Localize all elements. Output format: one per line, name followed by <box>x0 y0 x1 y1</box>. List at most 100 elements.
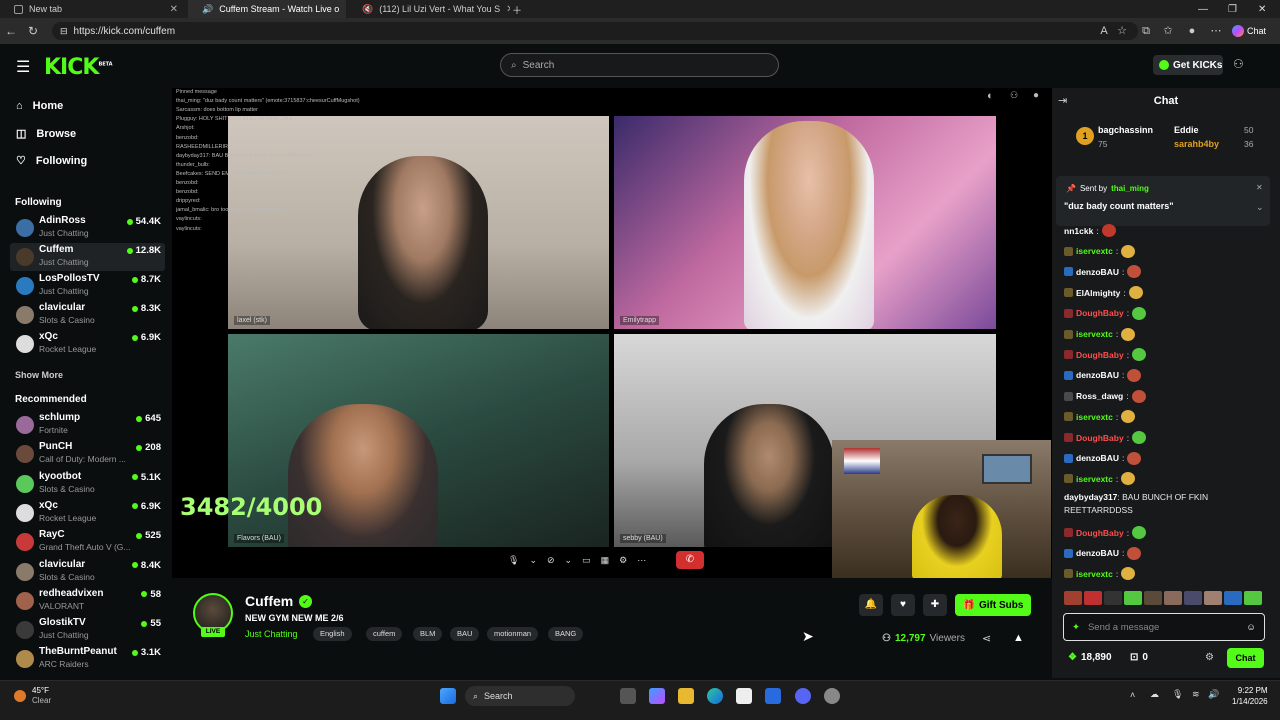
mic-tray-icon[interactable]: 🎙 <box>1172 689 1183 700</box>
wifi-icon[interactable]: ≋ <box>1192 689 1200 700</box>
chat-message-input[interactable]: ✦ Send a message ☺ <box>1063 613 1265 641</box>
extensions-icon[interactable]: ⧉ <box>1138 23 1154 39</box>
minimize-icon[interactable]: — <box>1198 0 1208 18</box>
chat-username[interactable]: iservextc <box>1076 329 1113 339</box>
sidebar-channel-cuffem[interactable]: Cuffem Just Chatting 12.8K <box>10 243 165 271</box>
copilot-chat-button[interactable]: Chat <box>1232 22 1276 40</box>
chat-username[interactable]: DoughBaby <box>1076 308 1124 318</box>
tag-english[interactable]: English <box>313 627 352 641</box>
sidebar-channel-lospollostv[interactable]: LosPollosTV Just Chatting 8.7K <box>10 272 165 300</box>
emote-bar[interactable] <box>1064 591 1270 607</box>
subscribe-plus-button[interactable]: ✚ <box>923 594 947 616</box>
maximize-icon[interactable]: ❐ <box>1228 0 1237 18</box>
sidebar-channel-kyootbot[interactable]: kyootbot Slots & Casino 5.1K <box>10 470 165 498</box>
microphone-icon[interactable]: 🎙 <box>508 555 519 566</box>
settings-app-icon[interactable] <box>824 688 840 704</box>
subs-balance[interactable]: ⊡ 0 <box>1130 652 1148 663</box>
close-tab-icon[interactable]: ✕ <box>170 4 178 15</box>
url-field[interactable]: ⊟ https://kick.com/cuffem <box>52 22 1138 40</box>
chat-username[interactable]: iservextc <box>1076 246 1113 256</box>
streamer-name[interactable]: Cuffem <box>245 593 293 609</box>
emoji-picker-icon[interactable]: ☺ <box>1246 622 1256 633</box>
chat-username[interactable]: DoughBaby <box>1076 350 1124 360</box>
copilot-app-icon[interactable] <box>649 688 665 704</box>
kicks-balance[interactable]: ❖ 18,890 <box>1068 652 1112 663</box>
share-icon[interactable]: ⋖ <box>982 632 991 645</box>
chat-username[interactable]: denzoBAU <box>1076 370 1119 380</box>
chevron-down-icon[interactable]: ⌄ <box>529 555 537 566</box>
back-arrow-icon[interactable]: ← <box>0 24 22 38</box>
chat-username[interactable]: denzoBAU <box>1076 267 1119 277</box>
browser-tab-youtube[interactable]: 🔇 (112) Lil Uzi Vert - What You S ✕ <box>348 0 510 18</box>
chat-bubble-icon[interactable]: ● <box>1033 90 1039 101</box>
edge-browser-icon[interactable] <box>707 688 723 704</box>
more-options-icon[interactable]: ⋯ <box>637 555 646 566</box>
chat-username[interactable]: DoughBaby <box>1076 433 1124 443</box>
favorites-icon[interactable]: ✩ <box>1160 23 1176 39</box>
participants-icon[interactable]: ⚇ <box>1010 90 1018 101</box>
grid-view-icon[interactable]: ▦ <box>601 555 610 566</box>
profile-avatar[interactable]: ● <box>1184 23 1200 39</box>
sidebar-nav-following[interactable]: ♡ Following <box>16 154 87 168</box>
new-tab-button[interactable]: ＋ <box>512 0 522 18</box>
show-more-link[interactable]: Show More <box>15 370 63 380</box>
refresh-icon[interactable]: ↻ <box>22 24 44 38</box>
sidebar-nav-home[interactable]: ⌂ Home <box>16 100 63 112</box>
close-tab-icon[interactable]: ✕ <box>506 4 510 15</box>
site-info-icon[interactable]: ⊟ <box>60 26 68 37</box>
tag-blm[interactable]: BLM <box>413 627 443 641</box>
sidebar-channel-xqc[interactable]: xQc Rocket League 6.9K <box>10 330 165 358</box>
report-warning-icon[interactable]: ▲ <box>1013 632 1024 644</box>
sidebar-channel-clavicular[interactable]: clavicular Slots & Casino 8.4K <box>10 558 165 586</box>
task-view-icon[interactable] <box>620 688 636 704</box>
discord-icon[interactable] <box>795 688 811 704</box>
effects-icon[interactable]: ⚙ <box>619 555 627 566</box>
chat-username[interactable]: Ross_dawg <box>1076 391 1123 401</box>
cloud-icon[interactable]: ☁ <box>1150 689 1159 700</box>
camera-off-icon[interactable]: ⊘ <box>547 555 555 566</box>
sidebar-channel-xqc[interactable]: xQc Rocket League 6.9K <box>10 499 165 527</box>
kick-logo[interactable]: KICKBETA <box>44 55 113 80</box>
end-call-button[interactable]: ✆ <box>676 551 704 569</box>
tag-cuffem[interactable]: cuffem <box>366 627 403 641</box>
gifter-name[interactable]: sarahb4by <box>1174 139 1219 149</box>
menu-hamburger-icon[interactable]: ☰ <box>16 57 30 77</box>
gifter-name[interactable]: bagchassinn <box>1098 125 1153 135</box>
gifter-name[interactable]: Eddie <box>1174 125 1199 135</box>
store-icon[interactable] <box>736 688 752 704</box>
sidebar-channel-adinross[interactable]: AdinRoss Just Chatting 54.4K <box>10 214 165 242</box>
follow-heart-button[interactable]: ♥ <box>891 594 915 616</box>
chat-username[interactable]: iservextc <box>1076 474 1113 484</box>
sidebar-channel-glostiktv[interactable]: GlostikTV Just Chatting 55 <box>10 616 165 644</box>
gift-subs-button[interactable]: 🎁 Gift Subs <box>955 594 1031 616</box>
chat-username[interactable]: iservextc <box>1076 569 1113 579</box>
tag-bau[interactable]: BAU <box>450 627 480 641</box>
mute-icon[interactable]: 🔇 <box>362 4 373 15</box>
sidebar-channel-schlump[interactable]: schlump Fortnite 645 <box>10 411 165 439</box>
sidebar-channel-rayc[interactable]: RayC Grand Theft Auto V (G... 525 <box>10 528 165 556</box>
user-menu-icon[interactable]: ⚇ <box>1233 57 1244 71</box>
browser-tab-cuffem[interactable]: 🔊 Cuffem Stream - Watch Live o ✕ <box>188 0 346 18</box>
file-explorer-icon[interactable] <box>678 688 694 704</box>
chat-username[interactable]: nn1ckk <box>1064 226 1093 236</box>
weather-widget[interactable]: 45°F Clear <box>14 686 51 706</box>
speaker-icon[interactable]: 🔊 <box>202 4 213 15</box>
browser-tab-newtab[interactable]: New tab ✕ <box>6 0 186 18</box>
more-options-icon[interactable]: ⋯ <box>1208 23 1224 39</box>
favorite-star-icon[interactable]: ☆ <box>1114 23 1130 39</box>
close-tab-icon[interactable]: ✕ <box>345 4 346 15</box>
search-input[interactable]: ⌕ Search <box>500 53 779 77</box>
chat-username[interactable]: ElAlmighty <box>1076 288 1120 298</box>
send-chat-button[interactable]: Chat <box>1227 648 1264 668</box>
sidebar-nav-browse[interactable]: ◫ Browse <box>16 127 76 141</box>
sidebar-channel-theburntpeanut[interactable]: TheBurntPeanut ARC Raiders 3.1K <box>10 645 165 673</box>
windows-start-icon[interactable] <box>440 688 456 704</box>
chat-settings-gear-icon[interactable]: ⚙ <box>1205 652 1214 663</box>
tray-chevron-up-icon[interactable]: ˄ <box>1130 690 1135 700</box>
outlook-icon[interactable] <box>765 688 781 704</box>
get-kicks-button[interactable]: Get KICKs <box>1153 55 1223 75</box>
taskbar-search[interactable]: ⌕ Search <box>465 686 575 706</box>
chat-username[interactable]: denzoBAU <box>1076 548 1119 558</box>
chat-username[interactable]: denzoBAU <box>1076 453 1119 463</box>
chat-username[interactable]: DoughBaby <box>1076 528 1124 538</box>
